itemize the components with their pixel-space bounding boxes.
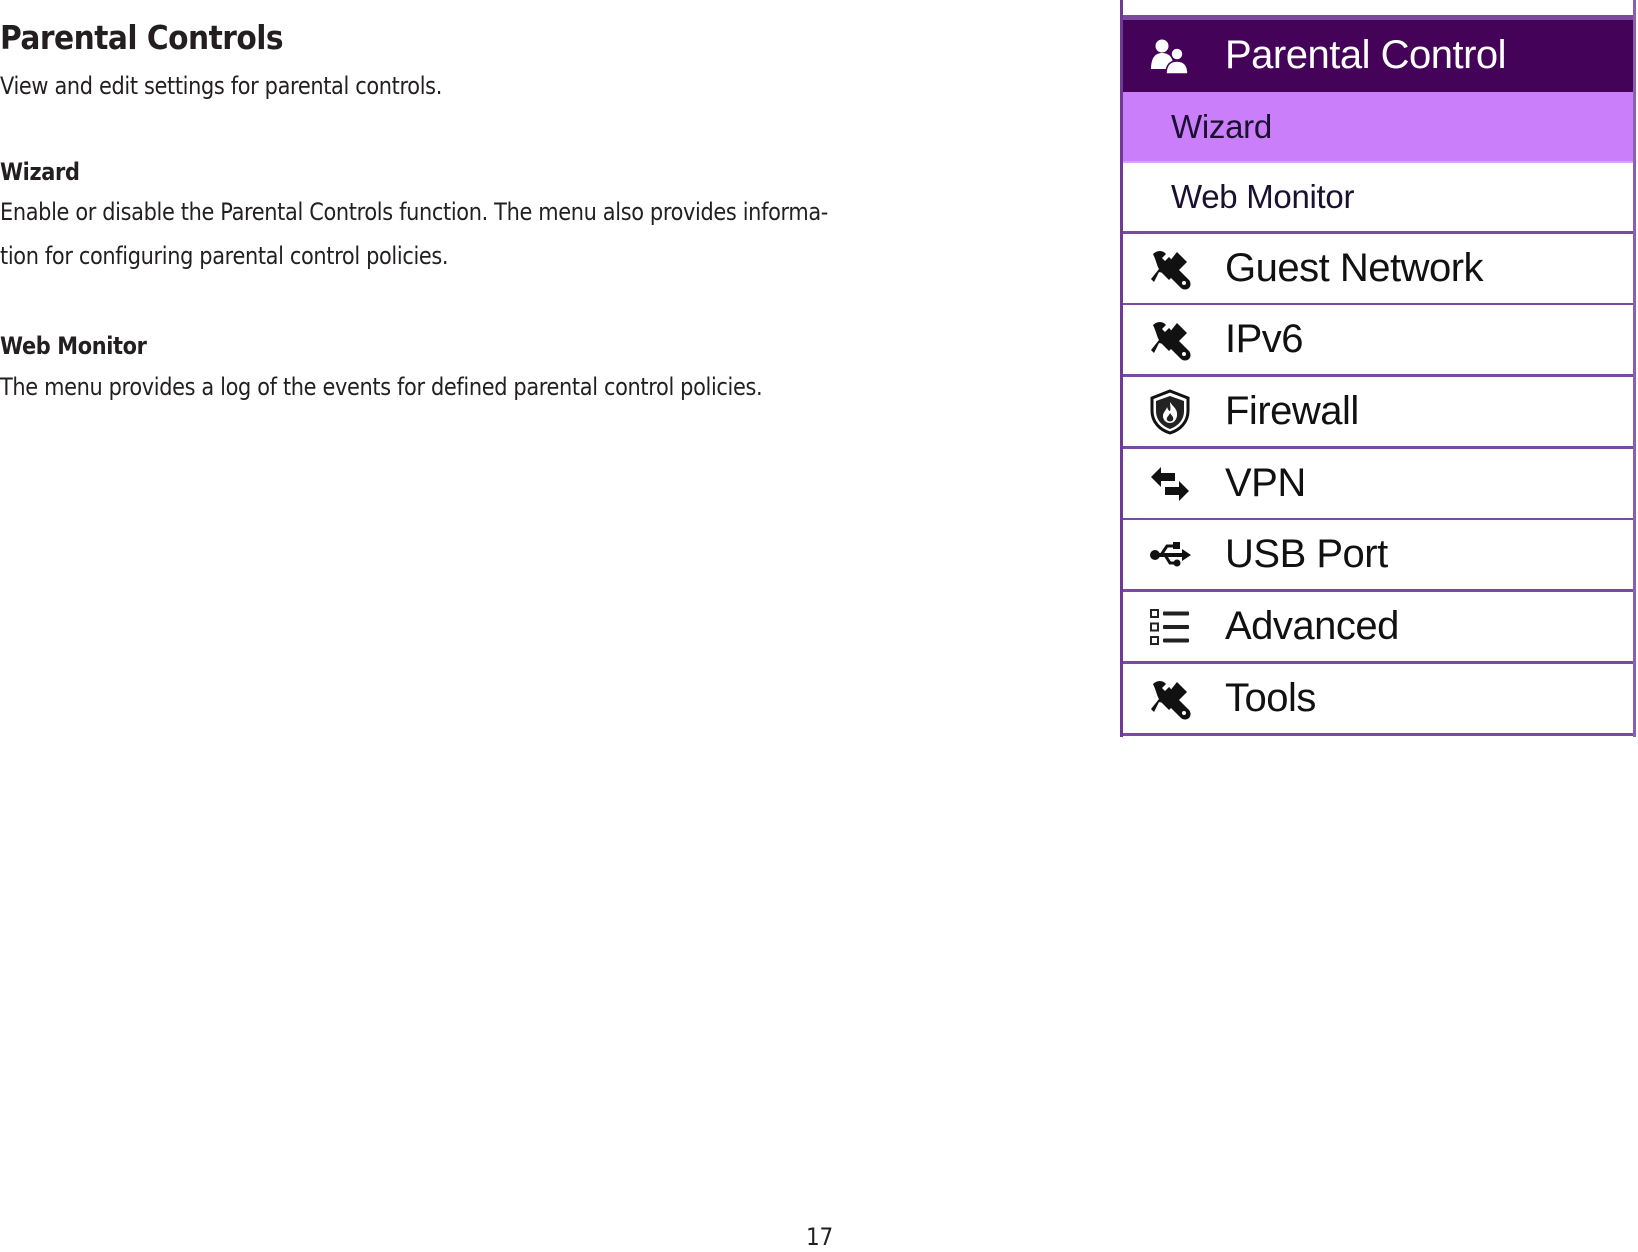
menu-item-label: Guest Network [1225,246,1484,290]
submenu-item-label: Web Monitor [1171,178,1355,215]
section-heading-wizard: Wizard [0,158,80,186]
tools-icon [1147,317,1193,363]
menu-item-usb-port[interactable]: USB Port [1123,520,1633,592]
submenu-item-web-monitor[interactable]: Web Monitor [1123,163,1633,234]
menu-item-label: IPv6 [1225,317,1304,361]
users-icon [1147,33,1193,79]
tools-icon [1147,246,1193,292]
menu-item-icon [1147,0,1193,4]
tools-icon [1147,676,1193,722]
firewall-shield-icon [1147,388,1193,435]
body-line: tion for configuring parental control po… [0,242,449,270]
page-title: Parental Controls [0,18,284,57]
menu-item-partial[interactable] [1123,0,1633,18]
menu-item-label: Firewall [1225,389,1359,433]
page-number: 17 [806,1223,833,1251]
section-heading-web-monitor: Web Monitor [0,332,147,360]
list-icon [1147,604,1193,650]
menu-item-advanced[interactable]: Advanced [1123,592,1633,664]
menu-item-label: Advanced [1225,604,1399,648]
body-line: The menu provides a log of the events fo… [0,373,763,401]
menu-item-vpn[interactable]: VPN [1123,449,1633,521]
menu-item-label: Parental Control [1225,33,1507,77]
submenu-item-label: Wizard [1171,107,1272,145]
menu-item-label: USB Port [1225,532,1388,576]
page-intro: View and edit settings for parental cont… [0,72,443,100]
menu-item-tools[interactable]: Tools [1123,664,1633,736]
body-line: Enable or disable the Parental Controls … [0,198,828,226]
router-side-menu: Parental Control Wizard Web Monitor Gues… [1120,0,1636,737]
menu-item-label: VPN [1225,461,1306,505]
exchange-arrows-icon [1147,461,1193,507]
menu-item-ipv6[interactable]: IPv6 [1123,305,1633,377]
submenu-item-wizard[interactable]: Wizard [1123,92,1633,163]
section-body-web-monitor: The menu provides a log of the events fo… [0,365,763,409]
usb-icon [1147,532,1193,578]
menu-item-parental-control[interactable]: Parental Control [1123,18,1633,92]
menu-item-guest-network[interactable]: Guest Network [1123,234,1633,306]
section-body-wizard: Enable or disable the Parental Controls … [0,190,828,278]
menu-item-label: Tools [1225,676,1316,720]
menu-item-firewall[interactable]: Firewall [1123,377,1633,449]
